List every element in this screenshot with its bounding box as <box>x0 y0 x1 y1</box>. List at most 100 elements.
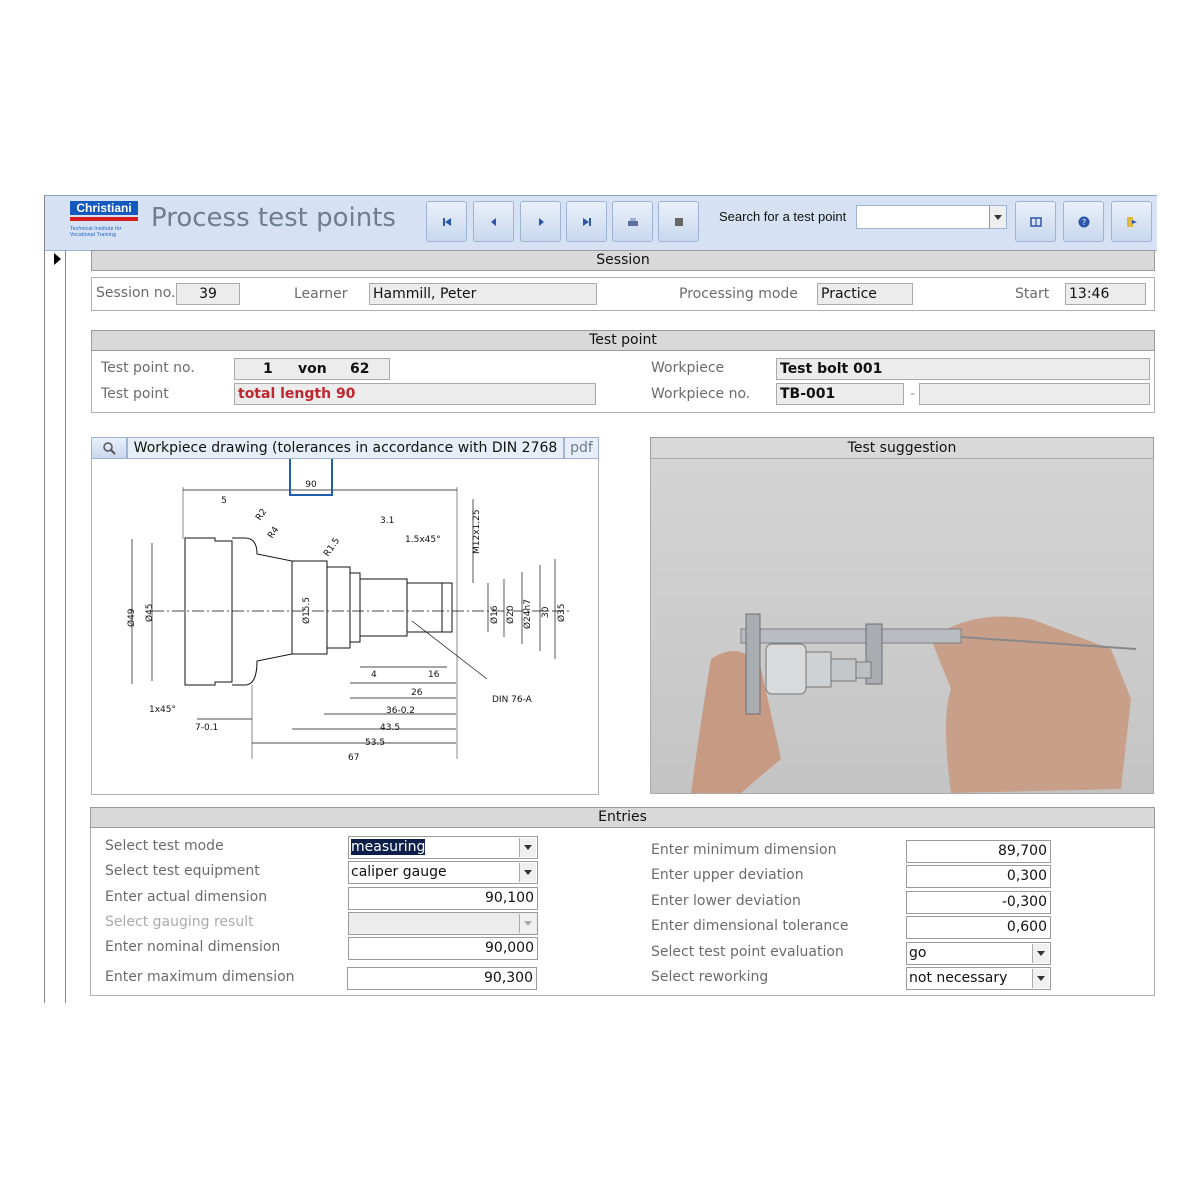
nominal-dimension-label: Enter nominal dimension <box>105 939 281 955</box>
test-point-no-label: Test point no. <box>101 360 195 376</box>
dim-43-5: 43.5 <box>380 723 400 733</box>
test-mode-value: measuring <box>351 839 426 855</box>
dim-din: DIN 76-A <box>492 695 533 705</box>
dim-d16: Ø16 <box>489 605 500 624</box>
test-point-evaluation-value: go <box>909 945 927 961</box>
test-point-evaluation-label: Select test point evaluation <box>651 944 844 960</box>
workpiece-no-separator: - <box>910 386 916 402</box>
gauging-result-select[interactable] <box>348 912 538 935</box>
caliper-measurement-image <box>691 613 1137 793</box>
test-mode-select[interactable]: measuring <box>348 836 538 859</box>
gauging-result-dropdown[interactable] <box>519 914 536 933</box>
actual-dimension-label: Enter actual dimension <box>105 889 268 905</box>
lower-deviation-label: Enter lower deviation <box>651 893 801 909</box>
upper-deviation-label: Enter upper deviation <box>651 867 804 883</box>
logo-brand: Christiani <box>70 201 138 215</box>
dimensional-tolerance-input[interactable]: 0,600 <box>906 916 1051 939</box>
reworking-select[interactable]: not necessary <box>906 967 1051 990</box>
dim-d20: Ø20 <box>505 605 516 624</box>
logo-subtitle-2: Vocational Training <box>70 232 117 238</box>
test-mode-dropdown[interactable] <box>519 838 536 857</box>
workpiece-no-suffix-field <box>919 383 1150 405</box>
test-point-panel: Test point no. 1 von 62 Test point total… <box>91 351 1155 413</box>
next-record-icon <box>538 217 544 226</box>
page-title: Process test points <box>151 203 396 233</box>
pdf-button[interactable]: pdf <box>564 437 599 459</box>
test-equipment-value: caliper gauge <box>351 864 447 880</box>
dim-90: 90 <box>305 480 317 490</box>
test-point-field: total length 90 <box>234 383 596 405</box>
test-equipment-dropdown[interactable] <box>519 863 536 882</box>
print-icon <box>627 217 638 226</box>
entries-header: Entries <box>90 807 1155 828</box>
test-point-no-field: 1 von 62 <box>234 358 390 380</box>
test-suggestion-photo <box>650 458 1154 794</box>
search-dropdown-button[interactable] <box>989 206 1006 228</box>
zoom-button[interactable] <box>91 437 127 459</box>
search-label: Search for a test point <box>719 209 847 224</box>
search-test-point-combo[interactable] <box>856 205 1007 229</box>
test-point-evaluation-select[interactable]: go <box>906 942 1051 965</box>
next-record-button[interactable] <box>520 201 561 242</box>
test-point-evaluation-dropdown[interactable] <box>1032 944 1049 963</box>
maximum-dimension-input[interactable]: 90,300 <box>347 967 537 990</box>
workpiece-field: Test bolt 001 <box>776 358 1150 380</box>
current-record-icon <box>54 253 61 265</box>
dim-r4: R4 <box>266 525 281 541</box>
learner-label: Learner <box>294 286 348 302</box>
dim-16: 16 <box>428 670 440 680</box>
actual-dimension-input[interactable]: 90,100 <box>348 887 538 910</box>
dim-7: 7-0.1 <box>195 723 218 733</box>
dim-d45: Ø45 <box>144 603 155 622</box>
chevron-down-icon <box>524 845 532 850</box>
gauging-result-label: Select gauging result <box>105 914 254 930</box>
dim-r15: R1.5 <box>322 536 342 559</box>
search-icon <box>103 442 116 455</box>
print-button[interactable] <box>612 201 653 242</box>
dim-5: 5 <box>221 496 227 506</box>
chevron-down-icon <box>524 921 532 926</box>
processing-mode-field: Practice <box>817 283 913 305</box>
reworking-label: Select reworking <box>651 969 769 985</box>
chevron-down-icon <box>524 870 532 875</box>
dim-r2: R2 <box>254 507 269 523</box>
stop-icon <box>674 217 683 226</box>
stop-button[interactable] <box>658 201 699 242</box>
exit-button[interactable] <box>1111 201 1152 242</box>
lower-deviation-input[interactable]: -0,300 <box>906 891 1051 914</box>
help-button[interactable]: ? <box>1063 201 1104 242</box>
last-record-button[interactable] <box>566 201 607 242</box>
dim-30: 30 <box>541 606 551 618</box>
test-equipment-select[interactable]: caliper gauge <box>348 861 538 884</box>
chevron-down-icon <box>1037 976 1045 981</box>
session-panel: Session no. 39 Learner Hammill, Peter Pr… <box>91 277 1155 311</box>
dim-1x45: 1x45° <box>149 705 176 715</box>
session-no-label: Session no. <box>96 285 176 301</box>
previous-record-button[interactable] <box>473 201 514 242</box>
dimensional-tolerance-label: Enter dimensional tolerance <box>651 918 849 934</box>
entries-panel: Select test mode measuring Select test e… <box>90 828 1155 996</box>
dim-36: 36-0.2 <box>386 706 415 716</box>
christiani-logo: Christiani Technical Institute for Vocat… <box>70 201 140 245</box>
dim-d24: Ø24h7 <box>522 599 533 629</box>
minimum-dimension-input[interactable]: 89,700 <box>906 840 1051 863</box>
test-point-no-value: 1 <box>263 361 273 377</box>
reworking-dropdown[interactable] <box>1032 969 1049 988</box>
test-point-header: Test point <box>91 330 1155 351</box>
dim-d49: Ø49 <box>126 608 137 627</box>
test-point-label: Test point <box>101 386 169 402</box>
dim-d35: Ø35 <box>556 603 567 622</box>
drawing-panel: 90 5 R2 R4 R1.5 3.1 1.5x45° M12x1.25 Ø49… <box>91 456 599 795</box>
workpiece-no-field: TB-001 <box>776 383 904 405</box>
first-record-button[interactable] <box>426 201 467 242</box>
upper-deviation-input[interactable]: 0,300 <box>906 865 1051 888</box>
workpiece-drawing: 90 5 R2 R4 R1.5 3.1 1.5x45° M12x1.25 Ø49… <box>126 456 572 763</box>
record-selector[interactable] <box>45 250 66 1003</box>
dim-53-5: 53.5 <box>365 738 385 748</box>
dim-thread: M12x1.25 <box>472 509 482 554</box>
last-record-icon <box>582 217 591 226</box>
nominal-dimension-input[interactable]: 90,000 <box>348 937 538 960</box>
book-button[interactable] <box>1015 201 1056 242</box>
test-mode-label: Select test mode <box>105 838 224 854</box>
process-test-points-window: Christiani Technical Institute for Vocat… <box>44 195 1158 1003</box>
